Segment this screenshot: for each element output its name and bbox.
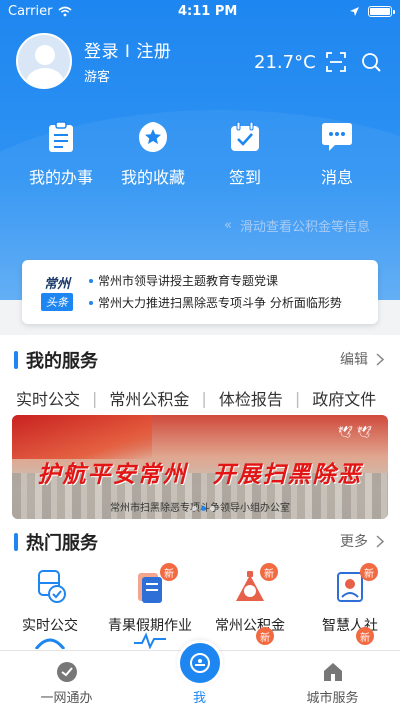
hot-services-grid: 实时公交 新 青果假期作业 新 常州公积金 新 智慧人社 bbox=[0, 563, 400, 635]
quick-action-messages[interactable]: 消息 bbox=[291, 120, 383, 188]
service-icon bbox=[34, 638, 66, 649]
my-services-tags: 实时公交 | 常州公积金 | 体检报告 | 政府文件 bbox=[16, 386, 376, 410]
housing-fund-icon: 新 bbox=[230, 563, 278, 607]
promo-banner[interactable]: 🕊 🕊 护航平安常州 开展扫黑除恶 常州市扫黑除恶专项斗争领导小组办公室 bbox=[12, 415, 388, 519]
headline-news-card[interactable]: 常州 头条 常州市领导讲授主题教育专题党课 常州大力推进扫黑除恶专项斗争 分析面… bbox=[22, 260, 378, 324]
profile-area[interactable]: 登录 I 注册 游客 bbox=[16, 33, 171, 89]
service-icon bbox=[134, 632, 166, 649]
tab-one-stop-service[interactable]: 一网通办 bbox=[0, 651, 133, 710]
quick-action-label: 我的收藏 bbox=[120, 168, 185, 187]
login-register-link[interactable]: 登录 I 注册 bbox=[84, 37, 171, 62]
social-security-icon: 新 bbox=[330, 563, 378, 607]
me-center-button[interactable] bbox=[177, 640, 223, 686]
check-circle-icon bbox=[56, 662, 77, 682]
edit-services-button[interactable]: 编辑 bbox=[340, 349, 384, 369]
headline-item[interactable]: 常州大力推进扫黑除恶专项斗争 分析面临形势 bbox=[89, 292, 342, 314]
quick-action-label: 我的办事 bbox=[28, 168, 93, 187]
carrier-label: Carrier bbox=[8, 3, 53, 19]
quick-action-my-affairs[interactable]: 我的办事 bbox=[15, 120, 107, 188]
chevron-right-icon bbox=[376, 534, 384, 548]
star-icon bbox=[136, 120, 170, 154]
wifi-icon bbox=[58, 6, 72, 16]
new-badge: 新 bbox=[356, 627, 374, 645]
red-flag-graphic bbox=[12, 415, 152, 459]
services-panel: 我的服务 编辑 实时公交 | 常州公积金 | 体检报告 | 政府文件 🕊 🕊 护航平安… bbox=[0, 335, 400, 653]
location-arrow-icon bbox=[350, 6, 359, 16]
homework-icon: 新 bbox=[130, 563, 178, 607]
chevron-right-icon bbox=[376, 352, 384, 366]
weather-temperature: 21.7°C bbox=[254, 52, 316, 73]
tab-city-services[interactable]: 城市服务 bbox=[266, 651, 399, 710]
service-tag[interactable]: 实时公交 bbox=[16, 386, 80, 410]
dove-icon: 🕊 🕊 bbox=[337, 425, 372, 439]
double-chevron-left-icon: « bbox=[224, 218, 232, 233]
quick-actions: 我的办事 我的收藏 签到 消息 bbox=[0, 120, 400, 188]
slide-hint[interactable]: « 滑动查看公积金等信息 bbox=[224, 216, 370, 235]
headline-list: 常州市领导讲授主题教育专题党课 常州大力推进扫黑除恶专项斗争 分析面临形势 bbox=[89, 270, 342, 314]
user-face-icon bbox=[190, 653, 210, 673]
new-badge: 新 bbox=[256, 627, 274, 645]
calendar-check-icon bbox=[228, 120, 262, 154]
more-services-button[interactable]: 更多 bbox=[340, 531, 384, 551]
quick-action-check-in[interactable]: 签到 bbox=[199, 120, 291, 188]
clipboard-icon bbox=[44, 120, 78, 154]
service-tag[interactable]: 常州公积金 bbox=[109, 386, 189, 410]
headline-logo: 常州 头条 bbox=[35, 273, 79, 311]
new-badge: 新 bbox=[260, 563, 278, 581]
status-bar: Carrier 4:11 PM bbox=[0, 0, 400, 22]
quick-action-label: 消息 bbox=[320, 168, 353, 187]
service-tag[interactable]: 体检报告 bbox=[219, 386, 283, 410]
hot-services-title: 热门服务 bbox=[14, 529, 98, 555]
quick-action-label: 签到 bbox=[228, 168, 261, 187]
quick-action-favorites[interactable]: 我的收藏 bbox=[107, 120, 199, 188]
carousel-dots[interactable] bbox=[192, 506, 215, 511]
slide-hint-text: 滑动查看公积金等信息 bbox=[239, 220, 370, 235]
scan-icon[interactable] bbox=[326, 52, 346, 72]
house-icon bbox=[323, 663, 342, 681]
hot-service-social-security[interactable]: 新 智慧人社 bbox=[300, 563, 400, 635]
battery-icon bbox=[368, 5, 395, 17]
chat-icon bbox=[320, 120, 354, 154]
avatar[interactable] bbox=[16, 33, 72, 89]
headline-item[interactable]: 常州市领导讲授主题教育专题党课 bbox=[89, 270, 342, 292]
hot-service-bus[interactable]: 实时公交 bbox=[0, 567, 100, 635]
banner-slogan: 护航平安常州 开展扫黑除恶 bbox=[37, 461, 363, 488]
guest-label: 游客 bbox=[84, 70, 111, 85]
hot-service-homework[interactable]: 新 青果假期作业 bbox=[100, 563, 200, 635]
clock-time: 4:11 PM bbox=[178, 3, 238, 19]
bus-icon bbox=[30, 567, 70, 607]
new-badge: 新 bbox=[160, 563, 178, 581]
hot-service-housing-fund[interactable]: 新 常州公积金 bbox=[200, 563, 300, 635]
service-tag[interactable]: 政府文件 bbox=[312, 386, 376, 410]
my-services-title: 我的服务 bbox=[14, 347, 98, 373]
search-icon[interactable] bbox=[361, 52, 381, 72]
new-badge: 新 bbox=[360, 563, 378, 581]
